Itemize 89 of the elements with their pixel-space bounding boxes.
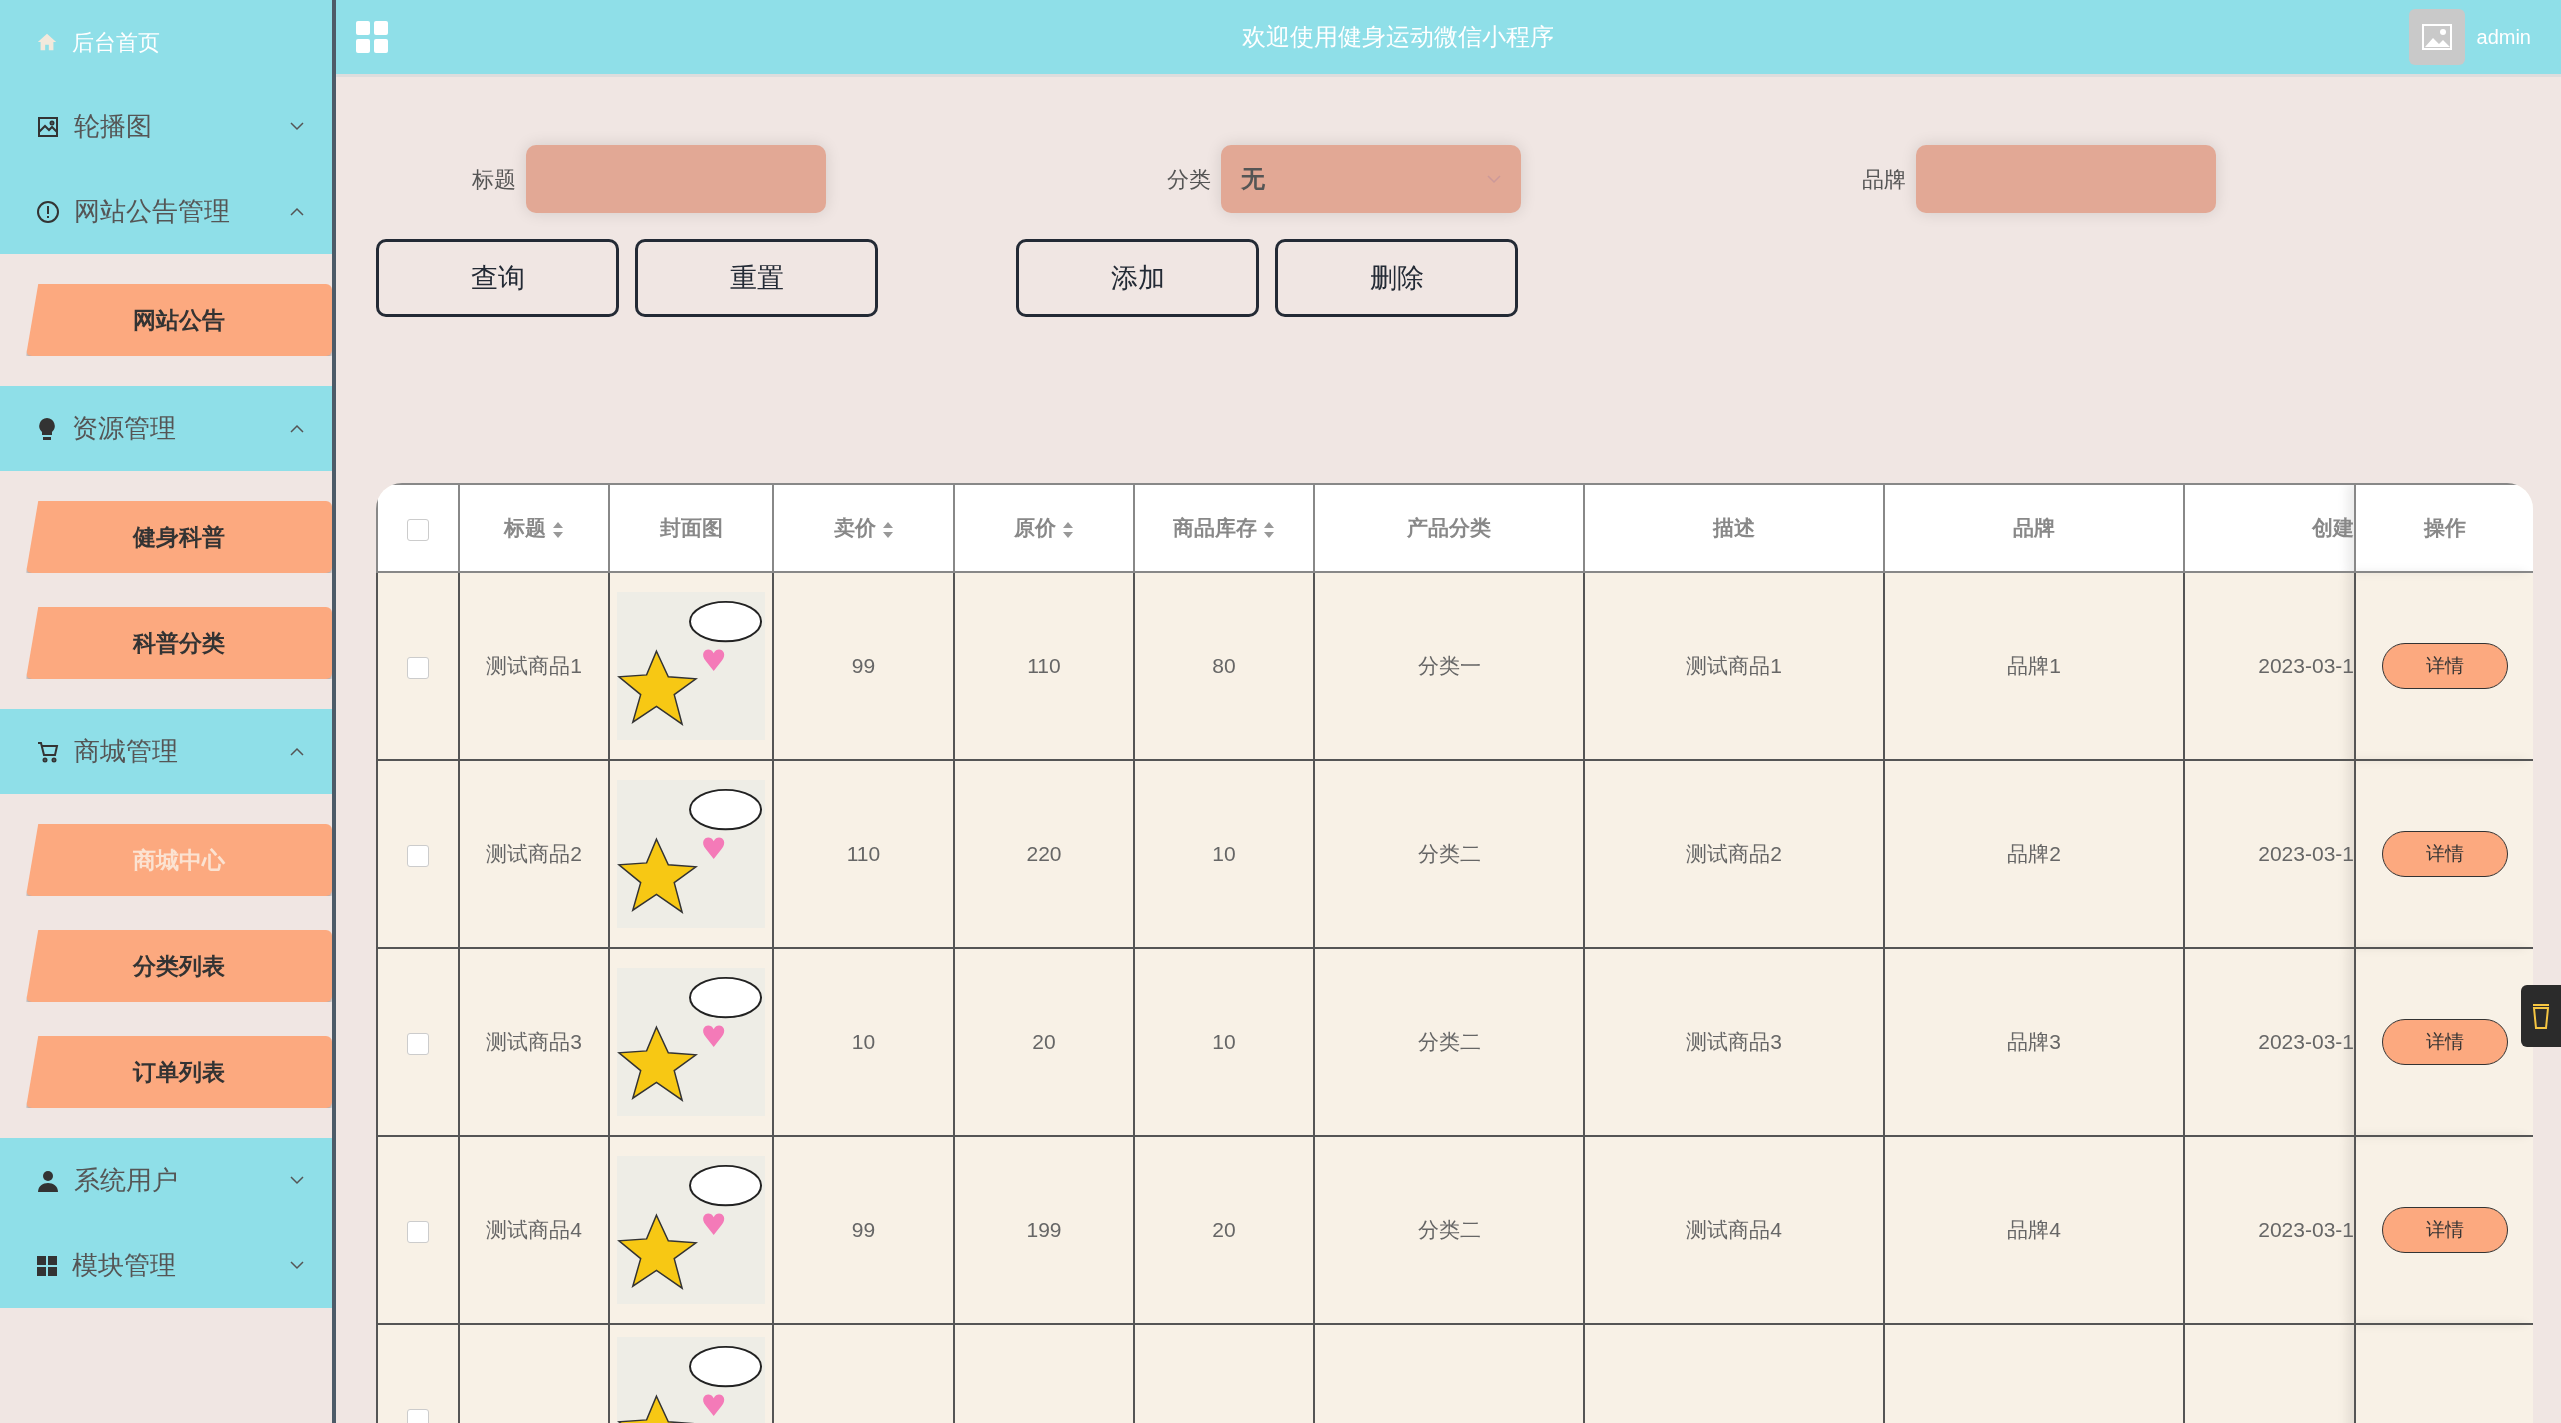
- page-title: 欢迎使用健身运动微信小程序: [1241, 22, 1556, 52]
- table-cell-text: 10: [1212, 1030, 1236, 1054]
- submenu-item[interactable]: 分类列表: [26, 930, 332, 1002]
- grid-icon: [36, 1254, 58, 1277]
- input-field[interactable]: [1916, 145, 2216, 213]
- table-cell-text: 测试商品1: [486, 654, 582, 678]
- submenu-item[interactable]: 科普分类: [26, 607, 332, 679]
- grid-icon[interactable]: [356, 21, 388, 53]
- column-header[interactable]: 商品库存: [1173, 516, 1257, 540]
- user-icon: [36, 1168, 60, 1193]
- submenu-item[interactable]: 网站公告: [26, 284, 332, 356]
- table-cell-text: 199: [1026, 1218, 1062, 1242]
- checkbox[interactable]: [407, 1032, 429, 1055]
- table-cell-text: 分类二: [1417, 842, 1481, 866]
- detail-button[interactable]: 详情: [2381, 1019, 2508, 1065]
- table-cell-text: 分类一: [1417, 654, 1481, 678]
- table-cell-text: 110: [1027, 654, 1061, 678]
- column-header: 描述: [1713, 516, 1755, 540]
- table-cell-text: 测试商品4: [1686, 1218, 1782, 1242]
- table-cell-text: 分类二: [1417, 1030, 1481, 1054]
- menu-group[interactable]: 系统用户: [0, 1138, 332, 1223]
- chevron-icon: [290, 747, 304, 756]
- chevron-icon: [290, 1261, 304, 1270]
- table-cell-text: 测试商品3: [486, 1030, 582, 1054]
- checkbox[interactable]: [407, 1220, 429, 1243]
- table-cell-text: 品牌4: [2007, 1218, 2061, 1242]
- column-header: 品牌: [2013, 516, 2055, 540]
- cart-icon: [36, 739, 60, 764]
- table-cell-text: 测试商品2: [1686, 842, 1782, 866]
- table-cell-text: 测试商品2: [486, 842, 582, 866]
- table-cell-text: 20: [1032, 1030, 1056, 1054]
- menu-group[interactable]: 资源管理: [0, 386, 332, 471]
- chevron-icon: [290, 1176, 304, 1185]
- menu-group[interactable]: 商城管理: [0, 709, 332, 794]
- detail-button[interactable]: 详情: [2381, 1207, 2508, 1253]
- table-cell-text: 品牌1: [2007, 654, 2061, 678]
- table-cell-text: 80: [1212, 654, 1236, 678]
- column-header: 操作: [2423, 516, 2466, 540]
- table-cell-text: 2023-03-1: [2258, 654, 2353, 678]
- table-cell-text: 测试商品1: [1686, 654, 1782, 678]
- column-header[interactable]: 原价: [1014, 516, 1056, 540]
- chevron-icon: [290, 207, 304, 216]
- table-cell-text: 99: [851, 654, 876, 678]
- column-header: 创建: [2312, 516, 2353, 540]
- table-cell-text: 测试商品3: [1686, 1030, 1782, 1054]
- chevron-icon: [290, 122, 304, 131]
- checkbox[interactable]: [407, 844, 429, 867]
- table-cell-text: 2023-03-1: [2258, 1030, 2353, 1054]
- table-cell-text: 10: [1212, 842, 1236, 866]
- picture-icon: [36, 114, 60, 139]
- chevron-icon: [290, 424, 304, 433]
- submenu-item[interactable]: 健身科普: [26, 501, 332, 573]
- action-button[interactable]: 添加: [1016, 239, 1259, 317]
- action-button[interactable]: 重置: [635, 239, 878, 317]
- action-button[interactable]: 删除: [1275, 239, 1518, 317]
- field-label: 标题: [471, 165, 517, 194]
- action-button[interactable]: 查询: [376, 239, 619, 317]
- menu-group[interactable]: 网站公告管理: [0, 169, 332, 254]
- detail-button[interactable]: 详情: [2381, 831, 2508, 877]
- checkbox[interactable]: [407, 518, 429, 541]
- table-cell-text: 品牌2: [2007, 842, 2061, 866]
- table-cell-text: 220: [1026, 842, 1062, 866]
- select-field[interactable]: 无: [1221, 145, 1521, 213]
- cup-icon[interactable]: [2521, 985, 2561, 1047]
- detail-button[interactable]: 详情: [2381, 643, 2508, 689]
- column-header[interactable]: 标题: [504, 516, 546, 540]
- table-cell-text: 10: [851, 1030, 876, 1054]
- table-cell-text: 品牌3: [2007, 1030, 2061, 1054]
- submenu-item[interactable]: 订单列表: [26, 1036, 332, 1108]
- table-cell-text: 2023-03-1: [2258, 842, 2353, 866]
- table-cell-text: 测试商品4: [486, 1218, 582, 1242]
- column-header: 产品分类: [1407, 516, 1491, 540]
- field-label: 品牌: [1861, 165, 1907, 194]
- menu-group[interactable]: 轮播图: [0, 84, 332, 169]
- input-field[interactable]: [526, 145, 826, 213]
- field-label: 分类: [1166, 165, 1212, 194]
- table-cell-text: 2023-03-1: [2258, 1218, 2353, 1242]
- checkbox[interactable]: [407, 656, 429, 679]
- column-header[interactable]: 卖价: [833, 516, 876, 540]
- home-icon: [36, 31, 58, 53]
- table-cell-text: 20: [1212, 1218, 1236, 1242]
- bulb-icon: [36, 416, 58, 441]
- table-cell-text: 110: [846, 842, 881, 866]
- avatar-placeholder[interactable]: [2408, 9, 2465, 65]
- menu-group[interactable]: 模块管理: [0, 1223, 332, 1308]
- table-cell-text: 99: [851, 1218, 876, 1242]
- column-header: 封面图: [659, 516, 723, 540]
- table-cell-text: 分类二: [1417, 1218, 1481, 1242]
- info-icon: [36, 199, 60, 224]
